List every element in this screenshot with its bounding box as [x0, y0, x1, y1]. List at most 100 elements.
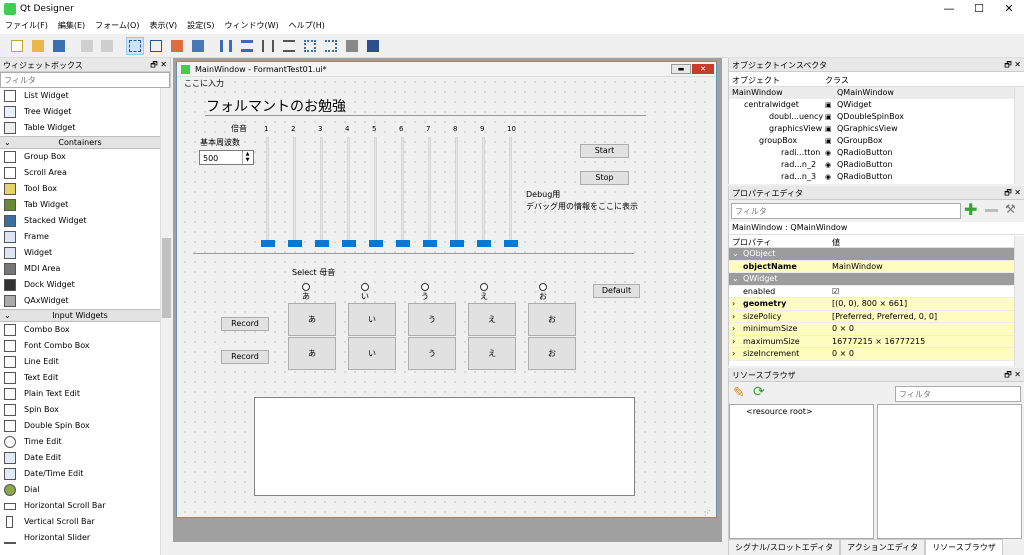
col-class[interactable]: クラス [825, 75, 849, 86]
vowel-radio[interactable]: あ [302, 282, 314, 302]
widget-time-edit[interactable]: Time Edit [0, 434, 160, 450]
property-value[interactable]: [Preferred, Preferred, 0, 0] [832, 311, 937, 323]
property-value[interactable]: MainWindow [832, 261, 883, 273]
widget-mdi-area[interactable]: MDI Area [0, 261, 160, 277]
property-value[interactable]: ☑ [832, 286, 839, 298]
expand-icon[interactable]: ⌄ [732, 248, 739, 260]
edit-signals-button[interactable] [147, 37, 165, 55]
object-tree-row[interactable]: rad...n_2 ◉ QRadioButton [729, 159, 1024, 171]
category-containers[interactable]: ⌄ Containers [0, 136, 160, 149]
object-tree-row[interactable]: groupBox ▣ QGroupBox [729, 135, 1024, 147]
overtone-slider[interactable] [342, 137, 356, 247]
default-button[interactable]: Default [593, 284, 640, 298]
object-tree-scrollbar[interactable] [1014, 87, 1024, 184]
object-tree-row[interactable]: graphicsView ▣ QGraphicsView [729, 123, 1024, 135]
tab-resource-browser[interactable]: リソースブラウザ [925, 539, 1003, 555]
dock-float-close-icon[interactable]: 🗗 ✕ [1004, 369, 1021, 383]
object-tree-row[interactable]: doubl...uency ▣ QDoubleSpinBox [729, 111, 1024, 123]
overtone-slider[interactable] [288, 137, 302, 247]
radio-circle-icon[interactable] [480, 282, 488, 291]
expand-icon[interactable]: › [732, 336, 735, 348]
vowel-button[interactable]: え [468, 303, 516, 336]
object-tree-row[interactable]: radi...tton ◉ QRadioButton [729, 147, 1024, 159]
widget-scroll-area[interactable]: Scroll Area [0, 165, 160, 181]
slider-handle[interactable] [288, 240, 302, 247]
slider-handle[interactable] [396, 240, 410, 247]
vowel-button[interactable]: う [408, 303, 456, 336]
widget-horizontal-slider[interactable]: Horizontal Slider [0, 530, 160, 546]
slider-handle[interactable] [477, 240, 491, 247]
property-row[interactable]: ⌄ QObject [729, 248, 1024, 261]
record-button-2[interactable]: Record [221, 350, 269, 364]
widget-table-widget[interactable]: Table Widget [0, 120, 160, 136]
col-property[interactable]: プロパティ [732, 237, 772, 248]
layout-grid-button[interactable] [301, 37, 319, 55]
graphics-view[interactable] [254, 397, 635, 496]
menu-type-here-placeholder[interactable]: ここに入力 [182, 78, 226, 89]
radio-circle-icon[interactable] [361, 282, 369, 291]
widget-dial[interactable]: Dial [0, 482, 160, 498]
edit-widgets-button[interactable] [126, 37, 144, 55]
dock-float-close-icon[interactable]: 🗗 ✕ [1004, 187, 1021, 201]
reload-icon[interactable]: ⟳ [753, 384, 765, 400]
slider-handle[interactable] [315, 240, 329, 247]
edit-tab-order-button[interactable] [189, 37, 207, 55]
break-layout-button[interactable] [343, 37, 361, 55]
slider-handle[interactable] [369, 240, 383, 247]
splitter-vertical-button[interactable] [280, 37, 298, 55]
vowel-button[interactable]: お [528, 337, 576, 370]
bring-front-button[interactable] [98, 37, 116, 55]
widget-tool-box[interactable]: Tool Box [0, 181, 160, 197]
configure-wrench-icon[interactable]: ⚒ [1005, 202, 1016, 216]
close-button[interactable]: ✕ [994, 0, 1024, 18]
widget-line-edit[interactable]: Line Edit [0, 354, 160, 370]
property-scrollbar[interactable] [1014, 236, 1024, 366]
add-property-icon[interactable]: ✚ [964, 202, 977, 218]
object-tree-row[interactable]: MainWindow QMainWindow [729, 87, 1024, 99]
property-value[interactable]: [(0, 0), 800 × 661] [832, 298, 907, 310]
menu-settings[interactable]: 設定(S) [182, 18, 219, 33]
resize-grip-icon[interactable]: ⋰ [704, 509, 711, 517]
open-button[interactable] [29, 37, 47, 55]
property-row[interactable]: › minimumSize 0 × 0 [729, 323, 1024, 336]
menu-file[interactable]: ファイル(F) [0, 18, 53, 33]
edit-buddies-button[interactable] [168, 37, 186, 55]
property-row[interactable]: ⌄ QWidget [729, 273, 1024, 286]
stop-button[interactable]: Stop [580, 171, 629, 185]
menu-view[interactable]: 表示(V) [144, 18, 182, 33]
object-tree-row[interactable]: centralwidget ▣ QWidget [729, 99, 1024, 111]
vowel-button[interactable]: あ [288, 303, 336, 336]
overtone-slider[interactable] [369, 137, 383, 247]
start-button[interactable]: Start [580, 144, 629, 158]
overtone-slider[interactable] [504, 137, 518, 247]
property-row[interactable]: objectName MainWindow [729, 260, 1024, 273]
widget-tab-widget[interactable]: Tab Widget [0, 197, 160, 213]
widget-dock-widget[interactable]: Dock Widget [0, 277, 160, 293]
widget-font-combo-box[interactable]: Font Combo Box [0, 338, 160, 354]
vowel-button[interactable]: い [348, 303, 396, 336]
vowel-button[interactable]: い [348, 337, 396, 370]
radio-circle-icon[interactable] [539, 282, 547, 291]
subwindow-minimize-button[interactable]: ▬ [671, 64, 691, 74]
slider-handle[interactable] [342, 240, 356, 247]
widget-combo-box[interactable]: Combo Box [0, 322, 160, 338]
widget-plain-text-edit[interactable]: Plain Text Edit [0, 386, 160, 402]
widget-frame[interactable]: Frame [0, 229, 160, 245]
overtone-slider[interactable] [477, 137, 491, 247]
remove-property-icon[interactable] [985, 209, 998, 212]
vowel-radio[interactable]: う [421, 282, 433, 302]
save-button[interactable] [50, 37, 68, 55]
dock-float-close-icon[interactable]: 🗗 ✕ [1004, 59, 1021, 73]
widget-spin-box[interactable]: Spin Box [0, 402, 160, 418]
radio-circle-icon[interactable] [421, 282, 429, 291]
property-filter-input[interactable]: フィルタ [731, 203, 961, 219]
widget-stacked-widget[interactable]: Stacked Widget [0, 213, 160, 229]
widget-box-scrollbar[interactable] [160, 88, 171, 555]
widget-box-filter-input[interactable]: フィルタ [0, 72, 170, 88]
resource-filter-input[interactable]: フィルタ [895, 386, 1021, 402]
widget-horizontal-scroll-bar[interactable]: Horizontal Scroll Bar [0, 498, 160, 514]
vowel-radio[interactable]: え [480, 282, 492, 302]
col-value[interactable]: 値 [832, 237, 840, 248]
category-input-widgets[interactable]: ⌄ Input Widgets [0, 309, 160, 322]
layout-vertical-button[interactable] [238, 37, 256, 55]
